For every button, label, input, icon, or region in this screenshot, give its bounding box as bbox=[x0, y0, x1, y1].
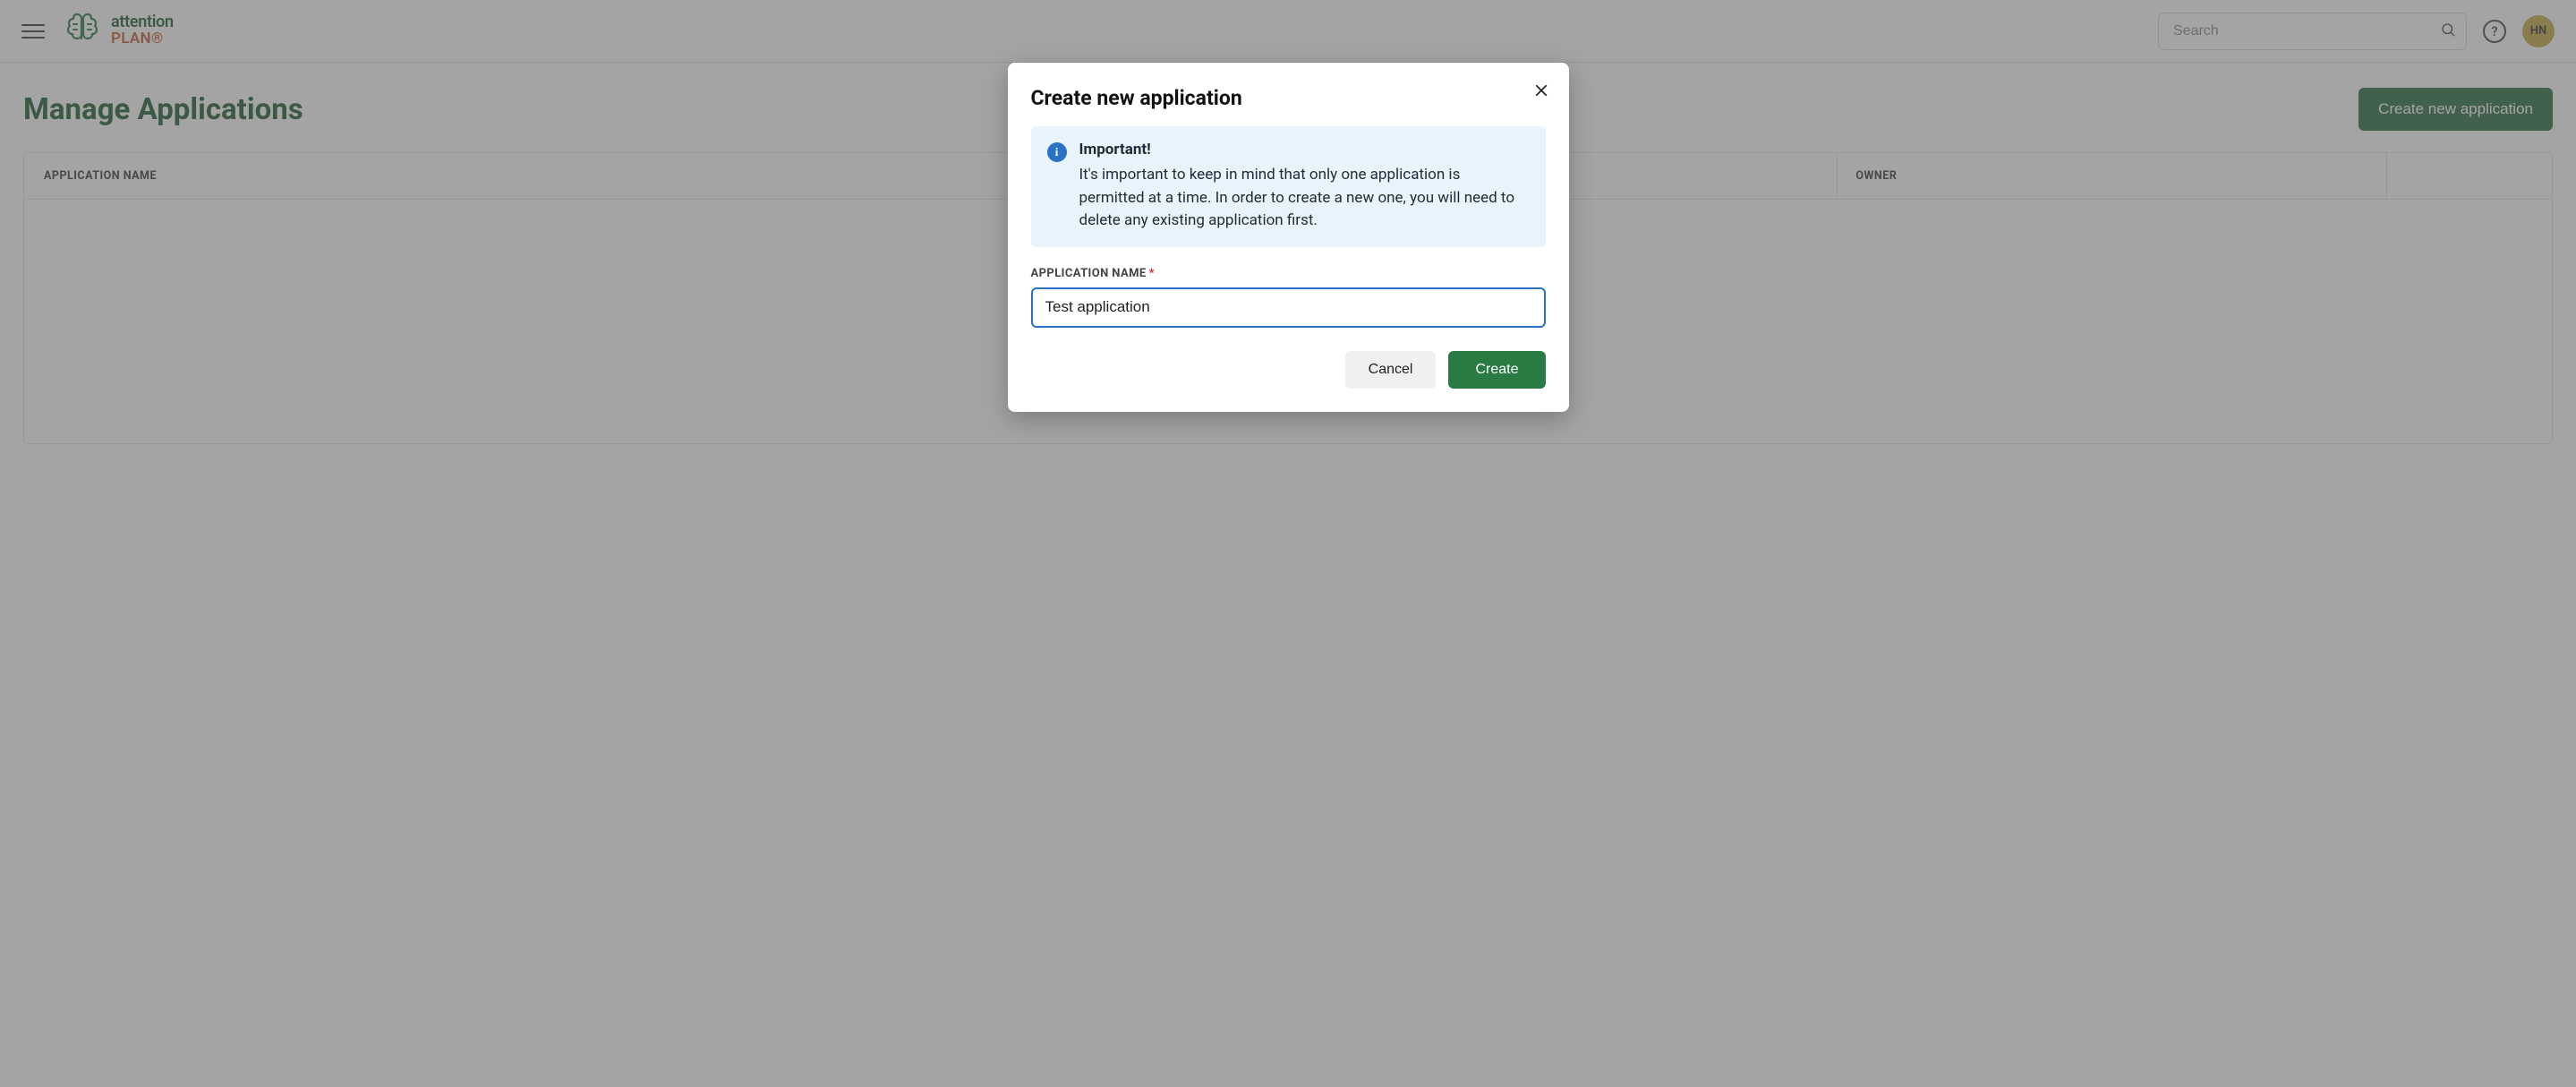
info-icon: i bbox=[1047, 142, 1067, 162]
modal-close-button[interactable] bbox=[1533, 82, 1549, 102]
notice-text: It's important to keep in mind that only… bbox=[1079, 164, 1530, 233]
field-label-text: APPLICATION NAME bbox=[1031, 267, 1147, 280]
modal-title: Create new application bbox=[1031, 86, 1546, 110]
modal-overlay[interactable]: Create new application i Important! It's… bbox=[0, 0, 2576, 1087]
application-name-input[interactable] bbox=[1031, 287, 1546, 328]
application-name-label: APPLICATION NAME* bbox=[1031, 267, 1546, 280]
close-icon bbox=[1533, 85, 1549, 102]
notice-heading: Important! bbox=[1079, 141, 1530, 158]
modal-actions: Cancel Create bbox=[1031, 351, 1546, 389]
create-button[interactable]: Create bbox=[1448, 351, 1545, 389]
required-marker: * bbox=[1149, 267, 1155, 280]
cancel-button[interactable]: Cancel bbox=[1345, 351, 1437, 389]
create-application-modal: Create new application i Important! It's… bbox=[1008, 63, 1569, 412]
info-notice: i Important! It's important to keep in m… bbox=[1031, 126, 1546, 247]
notice-body: Important! It's important to keep in min… bbox=[1079, 141, 1530, 233]
